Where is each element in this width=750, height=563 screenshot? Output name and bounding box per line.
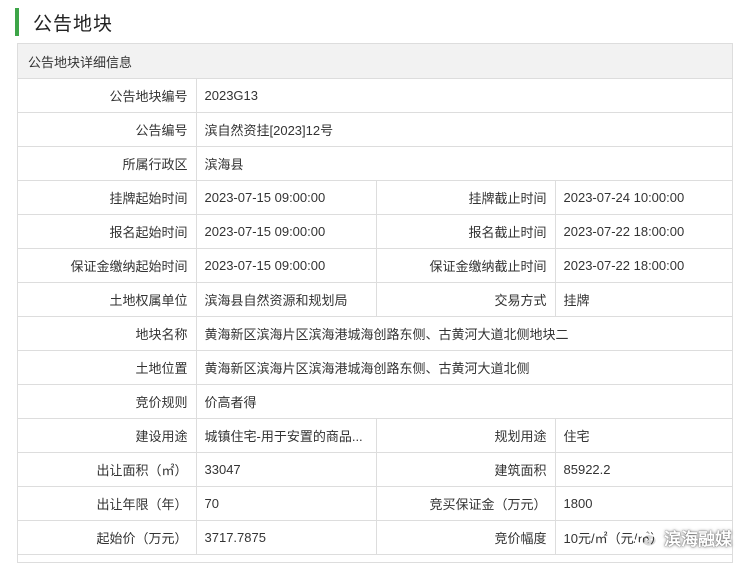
wechat-icon	[632, 527, 658, 547]
field-value: 城镇住宅-用于安置的商品...	[195, 418, 377, 453]
detail-row: 公告编号 滨自然资挂[2023]12号	[18, 112, 732, 147]
field-label: 公告编号	[18, 112, 197, 147]
field-label: 土地位置	[18, 350, 197, 385]
panel-title: 公告地块详细信息	[18, 44, 732, 79]
parcel-detail-table: 公告地块编号 2023G13 公告编号 滨自然资挂[2023]12号 所属行政区 滨海县挂…	[18, 79, 732, 555]
detail-row: 公告地块编号 2023G13	[18, 79, 732, 113]
parcel-detail-panel: 公告地块详细信息 公告地块编号 2023G13 公告编号 滨自然资挂[2023]12号…	[17, 43, 733, 563]
field-value: 2023-07-22 18:00:00	[554, 214, 732, 249]
field-value: 33047	[195, 452, 377, 487]
field-value: 黄海新区滨海片区滨海港城海创路东侧、古黄河大道北侧	[195, 350, 732, 385]
field-value: 滨海县自然资源和规划局	[195, 282, 377, 317]
detail-row: 竞价规则 价高者得	[18, 384, 732, 419]
field-label: 建设用途	[18, 418, 197, 453]
field-value: 价高者得	[195, 384, 732, 419]
field-value: 住宅	[554, 418, 732, 453]
page-title: 公告地块	[33, 13, 114, 35]
field-label: 公告地块编号	[18, 79, 197, 113]
detail-row: 出让面积（㎡） 33047 建筑面积 85922.2	[18, 452, 732, 487]
field-label: 起始价（万元）	[18, 520, 197, 555]
field-label: 出让面积（㎡）	[18, 452, 197, 487]
detail-row: 出让年限（年） 70 竞买保证金（万元） 1800	[18, 486, 732, 521]
field-label: 保证金缴纳起始时间	[18, 248, 197, 283]
detail-row: 所属行政区 滨海县	[18, 146, 732, 181]
detail-row: 建设用途 城镇住宅-用于安置的商品... 规划用途 住宅	[18, 418, 732, 453]
field-label: 报名截止时间	[375, 214, 556, 249]
detail-row: 地块名称 黄海新区滨海片区滨海港城海创路东侧、古黄河大道北侧地块二	[18, 316, 732, 351]
field-value: 黄海新区滨海片区滨海港城海创路东侧、古黄河大道北侧地块二	[195, 316, 732, 351]
field-value: 1800	[554, 486, 732, 521]
field-value: 2023G13	[195, 79, 732, 113]
field-label: 竞价幅度	[375, 520, 556, 555]
field-label: 挂牌起始时间	[18, 180, 197, 215]
field-label: 竞价规则	[18, 384, 197, 419]
field-label: 保证金缴纳截止时间	[375, 248, 556, 283]
detail-row: 土地权属单位 滨海县自然资源和规划局 交易方式 挂牌	[18, 282, 732, 317]
field-value: 70	[195, 486, 377, 521]
watermark-text: 滨海融媒	[664, 530, 732, 549]
field-value: 2023-07-15 09:00:00	[195, 248, 377, 283]
field-value: 滨海县	[195, 146, 732, 181]
field-label: 土地权属单位	[18, 282, 197, 317]
field-value: 挂牌	[554, 282, 732, 317]
field-label: 报名起始时间	[18, 214, 197, 249]
detail-row: 保证金缴纳起始时间 2023-07-15 09:00:00 保证金缴纳截止时间 202…	[18, 248, 732, 283]
field-value: 2023-07-15 09:00:00	[195, 214, 377, 249]
watermark: 滨海融媒	[632, 525, 732, 550]
field-value: 2023-07-22 18:00:00	[554, 248, 732, 283]
detail-row: 起始价（万元） 3717.7875 竞价幅度 10元/㎡（元/㎡）	[18, 520, 732, 555]
field-value: 2023-07-24 10:00:00	[554, 180, 732, 215]
detail-row: 土地位置 黄海新区滨海片区滨海港城海创路东侧、古黄河大道北侧	[18, 350, 732, 385]
field-label: 出让年限（年）	[18, 486, 197, 521]
field-value: 2023-07-15 09:00:00	[195, 180, 377, 215]
page-header: 公告地块	[15, 8, 113, 36]
field-label: 竞买保证金（万元）	[375, 486, 556, 521]
field-label: 挂牌截止时间	[375, 180, 556, 215]
field-label: 规划用途	[375, 418, 556, 453]
field-label: 建筑面积	[375, 452, 556, 487]
field-value: 85922.2	[554, 452, 732, 487]
field-value: 3717.7875	[195, 520, 377, 555]
field-label: 交易方式	[375, 282, 556, 317]
detail-row: 报名起始时间 2023-07-15 09:00:00 报名截止时间 2023-07-2…	[18, 214, 732, 249]
field-label: 地块名称	[18, 316, 197, 351]
field-label: 所属行政区	[18, 146, 197, 181]
field-value: 滨自然资挂[2023]12号	[195, 112, 732, 147]
detail-row: 挂牌起始时间 2023-07-15 09:00:00 挂牌截止时间 2023-07-2…	[18, 180, 732, 215]
